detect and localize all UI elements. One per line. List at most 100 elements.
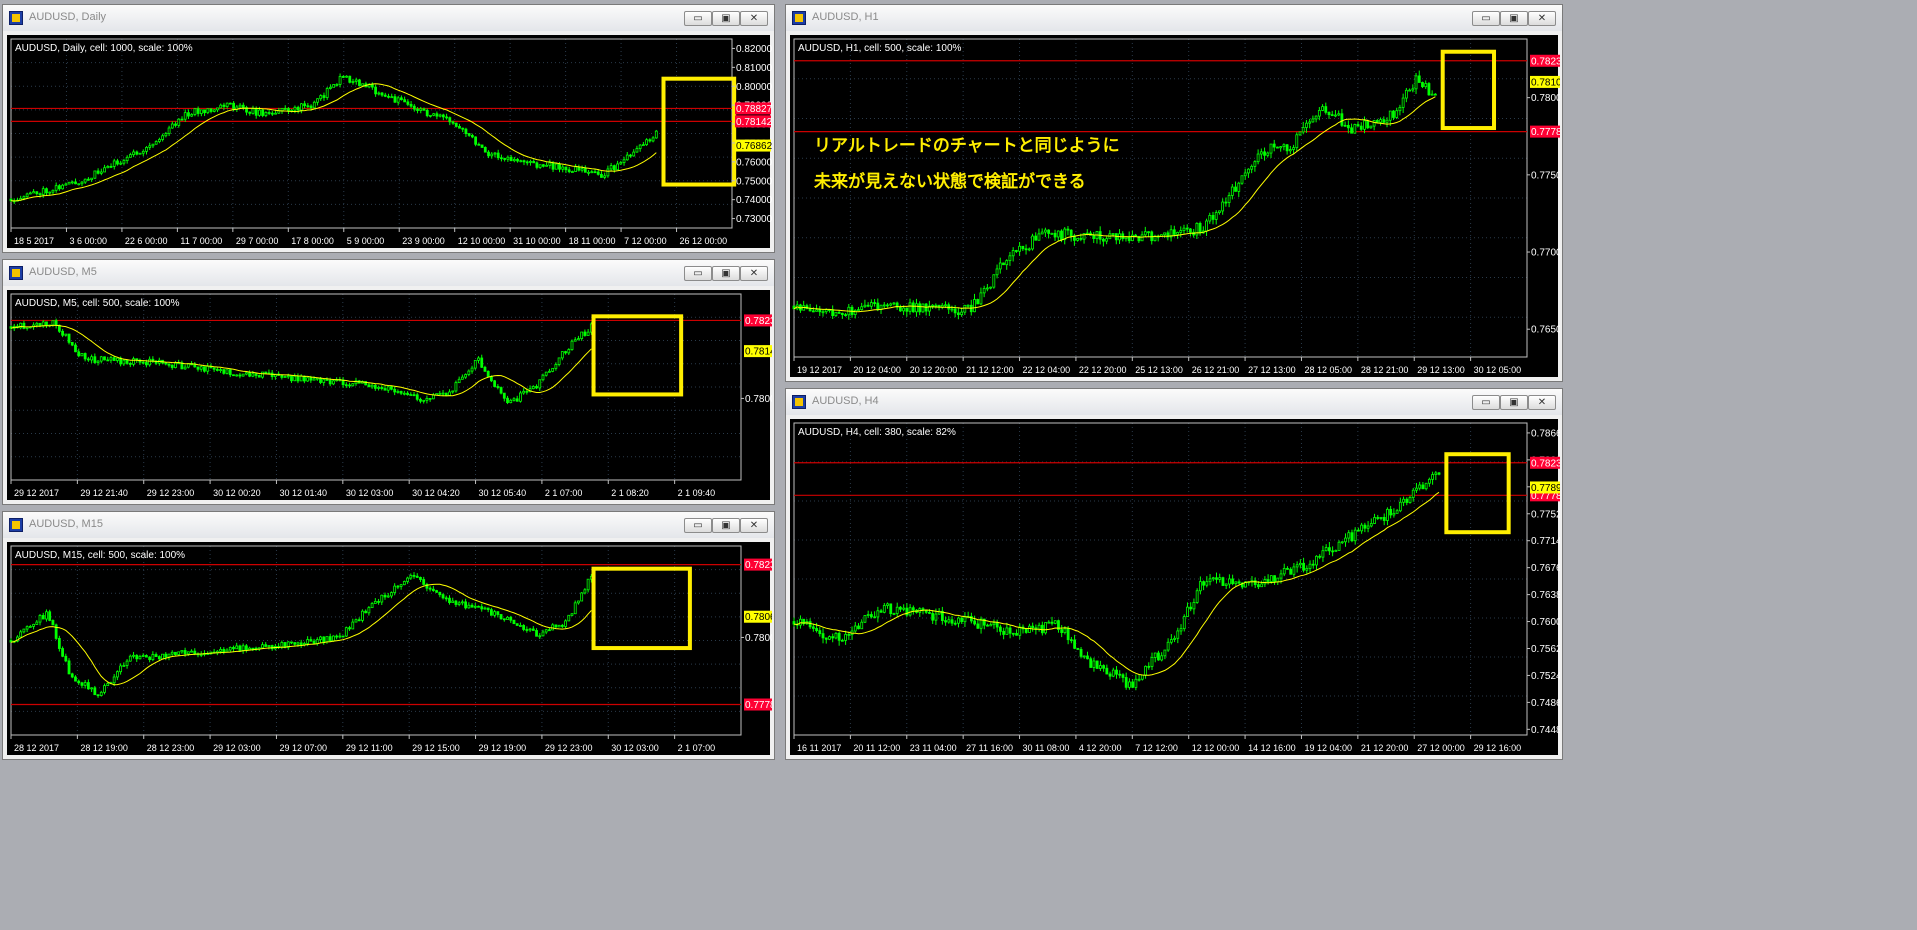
candle-body: [367, 607, 371, 614]
candle-body: [228, 647, 232, 651]
close-button[interactable]: ✕: [1528, 395, 1556, 410]
candle-body: [48, 611, 52, 621]
candle-body: [345, 75, 348, 78]
maximize-button[interactable]: ▣: [1500, 395, 1528, 410]
candle-body: [570, 340, 574, 350]
candle-body: [824, 309, 828, 313]
close-button[interactable]: ✕: [740, 266, 768, 281]
minimize-button[interactable]: ▭: [684, 518, 712, 533]
candle-body: [957, 617, 960, 624]
title-bar[interactable]: AUDUSD, Daily ▭ ▣ ✕: [3, 5, 774, 31]
maximize-button[interactable]: ▣: [1500, 11, 1528, 26]
candle-body: [844, 314, 847, 317]
candle-body: [487, 151, 490, 157]
minimize-button[interactable]: ▭: [1472, 395, 1500, 410]
candle-body: [596, 171, 600, 175]
candle-body: [1369, 523, 1373, 527]
close-button[interactable]: ✕: [740, 11, 768, 26]
candle-body: [1230, 186, 1234, 196]
candle-body: [1379, 517, 1383, 519]
candle-body: [261, 371, 264, 378]
maximize-button[interactable]: ▣: [712, 266, 740, 281]
chart-area[interactable]: 0.78000 0.78239 0.78145 29 12 2017 29 12 21:…: [7, 290, 772, 502]
x-tick-label: 2 1 07:00: [545, 488, 583, 498]
chart-info-label: AUDUSD, H1, cell: 500, scale: 100%: [798, 43, 962, 54]
title-bar[interactable]: AUDUSD, H4 ▭ ▣ ✕: [786, 389, 1562, 415]
chart-window-daily[interactable]: AUDUSD, Daily ▭ ▣ ✕ 0.82000 0.81000 0.80000 0.7…: [2, 4, 775, 253]
title-bar[interactable]: AUDUSD, M5 ▭ ▣ ✕: [3, 260, 774, 286]
chart-window-m15[interactable]: AUDUSD, M15▭▣✕ 0.780000.782390.777800.780…: [2, 511, 775, 760]
minimize-button[interactable]: ▭: [684, 11, 712, 26]
price-chart[interactable]: 0.78000 0.77500 0.77000 0.76500 0.78239 0.777…: [790, 35, 1560, 379]
candle-body: [490, 376, 493, 382]
candle-body: [141, 150, 145, 154]
close-button[interactable]: ✕: [740, 518, 768, 533]
chart-window-h4[interactable]: AUDUSD, H4▭▣✕ 0.786600.782800.779000.7752…: [785, 388, 1563, 760]
maximize-button[interactable]: ▣: [712, 11, 740, 26]
candle-body: [419, 398, 422, 402]
candle-body: [612, 165, 616, 171]
candle-body: [316, 98, 319, 103]
title-bar[interactable]: AUDUSD, H1 ▭ ▣ ✕: [786, 5, 1562, 31]
price-chart[interactable]: 0.78000 0.78239 0.77780 0.78068 28 12 2017 28…: [7, 542, 772, 757]
candle-body: [1218, 210, 1221, 213]
candle-body: [1263, 151, 1266, 156]
price-chart[interactable]: 0.78000 0.78239 0.78145 29 12 2017 29 12 21:…: [7, 290, 772, 502]
candle-body: [944, 620, 947, 623]
candles: [9, 73, 658, 204]
x-tick-label: 21 12 12:00: [966, 365, 1014, 375]
price-chart[interactable]: 0.786600.782800.779000.775200.771400.767…: [790, 419, 1560, 757]
candle-body: [1095, 660, 1099, 669]
candle-body: [821, 633, 825, 639]
chart-area[interactable]: 0.78000 0.77500 0.77000 0.76500 0.78239 0.777…: [790, 35, 1560, 379]
candle-body: [112, 357, 116, 361]
candle-body: [400, 97, 403, 101]
candle-body: [393, 585, 397, 593]
candle-body: [322, 95, 326, 98]
candle-body: [902, 607, 906, 610]
chart-window-m5[interactable]: AUDUSD, M5 ▭ ▣ ✕ 0.78000 0.78239 0.78145 29 12 …: [2, 259, 775, 505]
candles: [9, 318, 593, 405]
candle-body: [1269, 143, 1273, 154]
title-bar[interactable]: AUDUSD, M15 ▭ ▣ ✕: [3, 512, 774, 538]
candle-body: [541, 631, 545, 637]
metatrader-icon: [792, 11, 806, 25]
candle-body: [299, 103, 303, 111]
x-tick-label: 3 6 00:00: [69, 236, 107, 246]
candle-body: [312, 378, 316, 381]
candle-body: [1318, 555, 1322, 558]
chart-window-h1[interactable]: AUDUSD, H1 ▭ ▣ ✕ 0.78000 0.77500 0.77000 0.7650…: [785, 4, 1563, 382]
candle-body: [19, 631, 23, 638]
candle-body: [1147, 665, 1151, 668]
chart-area[interactable]: 0.820000.810000.800000.790000.780000.770…: [7, 35, 772, 250]
chart-area[interactable]: 0.786600.782800.779000.775200.771400.767…: [790, 419, 1560, 757]
candle-body: [1111, 233, 1115, 235]
candle-body: [1166, 641, 1170, 651]
candle-body: [1208, 215, 1212, 222]
maximize-button[interactable]: ▣: [712, 518, 740, 533]
candle-body: [500, 157, 503, 160]
candle-body: [1259, 151, 1263, 155]
minimize-button[interactable]: ▭: [1472, 11, 1500, 26]
candle-body: [393, 96, 397, 103]
candle-body: [306, 639, 310, 644]
candle-body: [354, 619, 358, 623]
candle-body: [834, 311, 838, 317]
x-tick-label: 29 12 23:00: [147, 488, 195, 498]
price-tag-label: 0.77780: [745, 700, 772, 711]
candle-body: [67, 660, 71, 675]
candle-body: [950, 619, 954, 624]
candle-body: [1086, 655, 1089, 660]
candle-body: [1386, 508, 1389, 521]
candle-body: [956, 312, 960, 316]
candle-body: [396, 585, 400, 588]
candle-body: [32, 191, 35, 194]
candle-body: [48, 191, 52, 194]
candle-body: [386, 595, 390, 598]
price-chart[interactable]: 0.820000.810000.800000.790000.780000.770…: [7, 35, 772, 250]
minimize-button[interactable]: ▭: [684, 266, 712, 281]
close-button[interactable]: ✕: [1528, 11, 1556, 26]
chart-area[interactable]: 0.78000 0.78239 0.77780 0.78068 28 12 2017 28…: [7, 542, 772, 757]
chart-info-label: AUDUSD, Daily, cell: 1000, scale: 100%: [15, 43, 193, 54]
candle-body: [32, 624, 35, 627]
